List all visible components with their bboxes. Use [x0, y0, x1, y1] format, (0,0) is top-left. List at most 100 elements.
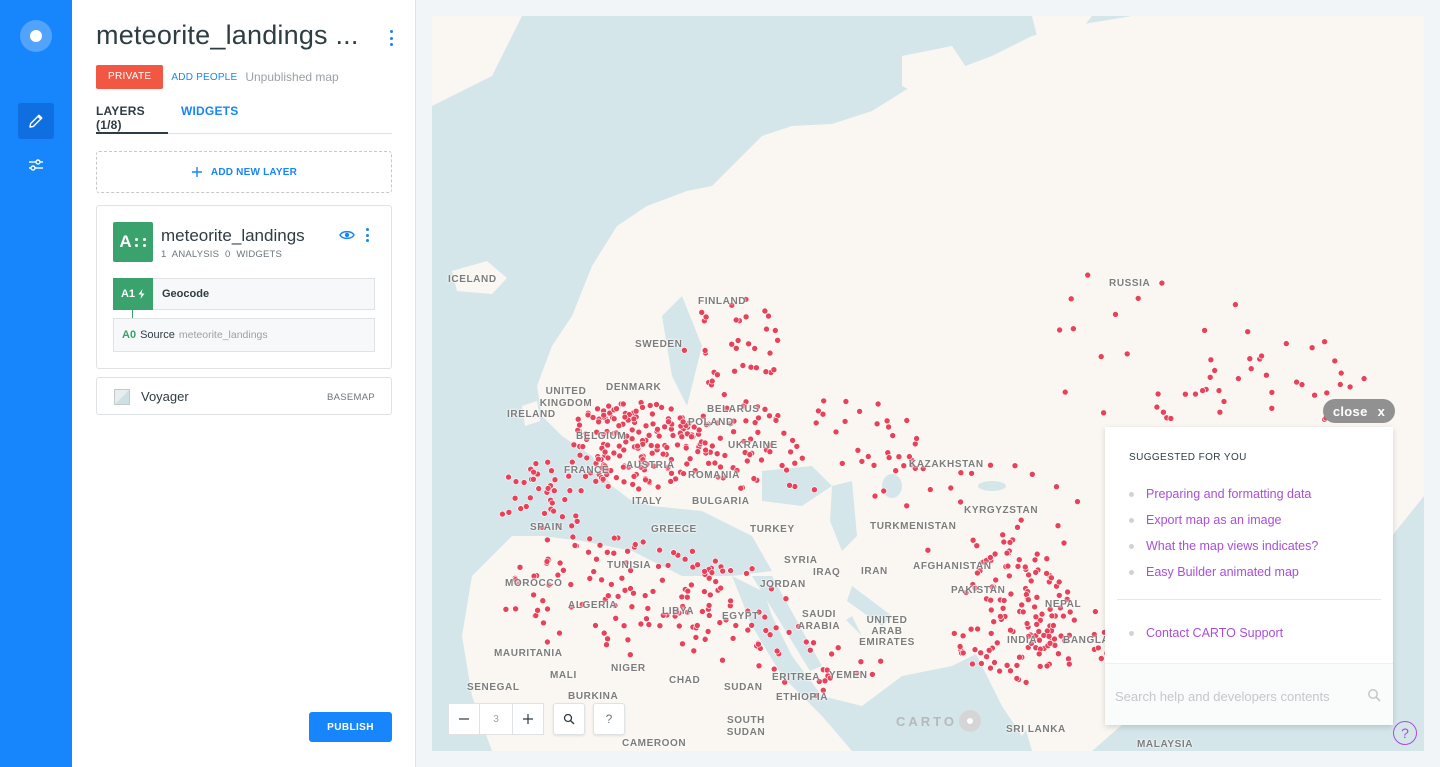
- meteorite-point[interactable]: [1215, 387, 1223, 394]
- meteorite-point[interactable]: [649, 588, 657, 595]
- meteorite-point[interactable]: [1038, 610, 1046, 618]
- meteorite-point[interactable]: [967, 625, 975, 633]
- meteorite-point[interactable]: [729, 635, 737, 642]
- meteorite-point[interactable]: [727, 567, 734, 574]
- meteorite-point[interactable]: [613, 474, 620, 481]
- meteorite-point[interactable]: [610, 415, 618, 423]
- meteorite-point[interactable]: [639, 538, 647, 546]
- meteorite-point[interactable]: [999, 531, 1007, 539]
- meteorite-point[interactable]: [821, 677, 829, 685]
- help-link[interactable]: Preparing and formatting data: [1129, 481, 1318, 507]
- meteorite-point[interactable]: [632, 541, 639, 548]
- meteorite-point[interactable]: [634, 442, 641, 450]
- meteorite-point[interactable]: [987, 664, 994, 672]
- meteorite-point[interactable]: [990, 618, 998, 626]
- meteorite-point[interactable]: [1007, 590, 1015, 598]
- meteorite-point[interactable]: [620, 622, 628, 630]
- meteorite-point[interactable]: [579, 443, 587, 450]
- meteorite-point[interactable]: [610, 449, 618, 457]
- meteorite-point[interactable]: [1054, 522, 1062, 530]
- meteorite-point[interactable]: [1019, 608, 1027, 616]
- meteorite-point[interactable]: [762, 368, 770, 376]
- meteorite-point[interactable]: [1282, 340, 1290, 347]
- meteorite-point[interactable]: [630, 415, 638, 423]
- meteorite-point[interactable]: [1100, 409, 1107, 417]
- meteorite-point[interactable]: [783, 466, 790, 474]
- meteorite-point[interactable]: [585, 548, 592, 556]
- meteorite-point[interactable]: [858, 458, 866, 465]
- help-search-input[interactable]: [1115, 684, 1359, 708]
- meteorite-point[interactable]: [1025, 571, 1032, 579]
- meteorite-point[interactable]: [1027, 577, 1035, 585]
- meteorite-point[interactable]: [721, 452, 729, 459]
- meteorite-point[interactable]: [516, 563, 524, 571]
- meteorite-point[interactable]: [599, 475, 607, 483]
- meteorite-point[interactable]: [1268, 389, 1276, 396]
- meteorite-point[interactable]: [903, 502, 911, 510]
- meteorite-point[interactable]: [1192, 390, 1199, 398]
- meteorite-point[interactable]: [603, 641, 610, 649]
- meteorite-point[interactable]: [654, 483, 662, 491]
- meteorite-point[interactable]: [1337, 369, 1345, 377]
- meteorite-point[interactable]: [742, 417, 750, 425]
- meteorite-point[interactable]: [1043, 555, 1051, 563]
- meteorite-point[interactable]: [612, 614, 619, 622]
- meteorite-point[interactable]: [1035, 650, 1043, 658]
- meteorite-point[interactable]: [621, 413, 629, 421]
- meteorite-point[interactable]: [577, 487, 585, 495]
- meteorite-point[interactable]: [1060, 539, 1068, 547]
- meteorite-point[interactable]: [877, 657, 885, 665]
- meteorite-point[interactable]: [649, 410, 656, 418]
- meteorite-point[interactable]: [628, 603, 636, 611]
- meteorite-point[interactable]: [1015, 556, 1023, 564]
- meteorite-point[interactable]: [530, 475, 537, 483]
- meteorite-point[interactable]: [999, 604, 1007, 612]
- meteorite-point[interactable]: [739, 362, 747, 369]
- meteorite-point[interactable]: [758, 456, 765, 464]
- meteorite-point[interactable]: [613, 405, 620, 413]
- meteorite-point[interactable]: [730, 428, 737, 436]
- meteorite-point[interactable]: [663, 444, 671, 451]
- meteorite-point[interactable]: [717, 584, 725, 592]
- meteorite-point[interactable]: [1048, 612, 1056, 620]
- meteorite-point[interactable]: [560, 566, 567, 574]
- meteorite-point[interactable]: [534, 606, 541, 614]
- meteorite-point[interactable]: [690, 647, 698, 655]
- meteorite-point[interactable]: [627, 651, 634, 659]
- meteorite-point[interactable]: [647, 442, 655, 449]
- meteorite-point[interactable]: [987, 606, 995, 614]
- layer-card[interactable]: A meteorite_landings 1 ANALYSIS 0 WIDGET…: [96, 205, 392, 369]
- meteorite-point[interactable]: [512, 478, 520, 485]
- meteorite-point[interactable]: [1024, 596, 1032, 604]
- meteorite-point[interactable]: [566, 487, 574, 494]
- meteorite-point[interactable]: [593, 555, 600, 563]
- meteorite-point[interactable]: [551, 476, 559, 484]
- meteorite-point[interactable]: [857, 658, 865, 666]
- meteorite-point[interactable]: [520, 479, 528, 486]
- meteorite-point[interactable]: [540, 619, 547, 627]
- meteorite-point[interactable]: [674, 441, 681, 449]
- meteorite-point[interactable]: [842, 398, 850, 405]
- meteorite-point[interactable]: [567, 581, 575, 588]
- meteorite-point[interactable]: [743, 457, 751, 465]
- meteorite-point[interactable]: [1043, 662, 1051, 670]
- meteorite-point[interactable]: [812, 419, 820, 427]
- meteorite-point[interactable]: [624, 547, 631, 555]
- meteorite-point[interactable]: [604, 548, 611, 556]
- meteorite-point[interactable]: [974, 625, 981, 633]
- meteorite-point[interactable]: [670, 549, 677, 556]
- meteorite-point[interactable]: [1028, 470, 1036, 478]
- meteorite-point[interactable]: [950, 630, 958, 637]
- meteorite-point[interactable]: [701, 588, 708, 595]
- meteorite-point[interactable]: [1023, 620, 1031, 627]
- tab-widgets[interactable]: WIDGETS: [181, 104, 238, 134]
- meteorite-point[interactable]: [1070, 325, 1077, 333]
- meteorite-point[interactable]: [705, 612, 713, 619]
- meteorite-point[interactable]: [543, 558, 551, 565]
- meteorite-point[interactable]: [499, 510, 506, 518]
- meteorite-point[interactable]: [523, 503, 530, 510]
- meteorite-point[interactable]: [913, 435, 920, 442]
- meteorite-point[interactable]: [544, 605, 551, 613]
- meteorite-point[interactable]: [983, 653, 990, 661]
- meteorite-point[interactable]: [635, 428, 643, 436]
